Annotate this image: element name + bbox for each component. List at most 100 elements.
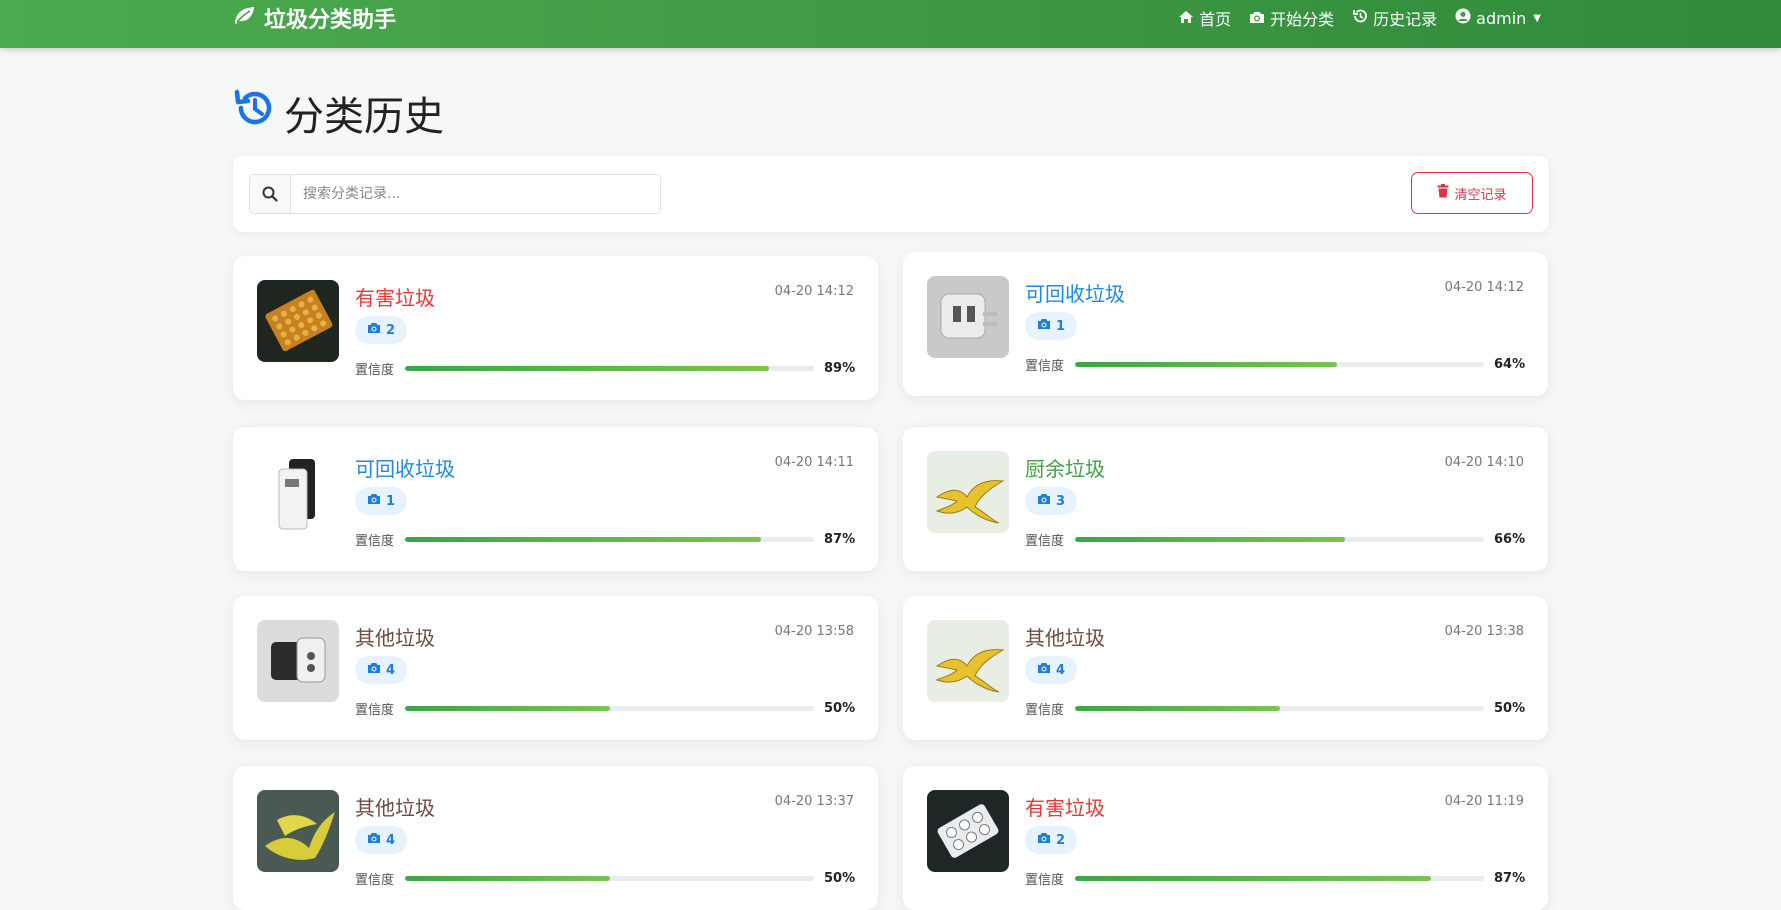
- record-time: 04-20 13:37: [774, 794, 854, 809]
- confidence-label: 置信度: [1025, 872, 1065, 888]
- camera-icon: [367, 322, 381, 338]
- confidence-row: 置信度 87%: [1025, 870, 1526, 888]
- confidence-value: 50%: [1494, 700, 1526, 716]
- record-time: 04-20 11:19: [1444, 794, 1524, 809]
- confidence-label: 置信度: [355, 872, 395, 888]
- search-icon: [250, 175, 291, 213]
- record-thumbnail[interactable]: [927, 790, 1009, 872]
- camera-icon: [1037, 493, 1051, 509]
- photo-count-badge: 1: [1025, 312, 1078, 340]
- photo-count: 4: [1056, 662, 1066, 678]
- confidence-value: 66%: [1494, 531, 1526, 547]
- nav-history[interactable]: 历史记录: [1352, 6, 1437, 30]
- chevron-down-icon: ▼: [1533, 12, 1541, 24]
- photo-count-badge: 4: [1025, 656, 1078, 684]
- confidence-track: [405, 536, 814, 542]
- record-thumbnail[interactable]: [257, 790, 339, 872]
- confidence-track: [1075, 705, 1484, 711]
- nav-classify[interactable]: 开始分类: [1249, 6, 1334, 30]
- confidence-bar: [405, 365, 769, 371]
- photo-count: 2: [386, 322, 396, 338]
- photo-count: 4: [386, 832, 396, 848]
- record-category: 厨余垃圾: [1025, 457, 1105, 481]
- confidence-row: 置信度 66%: [1025, 531, 1526, 549]
- nav-home-label: 首页: [1199, 10, 1232, 29]
- confidence-value: 87%: [824, 531, 856, 547]
- record-thumbnail[interactable]: [257, 620, 339, 702]
- photo-count: 1: [1056, 318, 1066, 334]
- confidence-label: 置信度: [1025, 358, 1065, 374]
- confidence-label: 置信度: [1025, 533, 1065, 549]
- photo-count-badge: 1: [355, 487, 408, 515]
- confidence-bar: [1075, 705, 1280, 711]
- record-thumbnail[interactable]: [927, 620, 1009, 702]
- record-category: 其他垃圾: [1025, 626, 1105, 650]
- photo-count-badge: 4: [355, 656, 408, 684]
- record-card[interactable]: 其他垃圾 04-20 13:58 4 置信度 50%: [233, 596, 878, 740]
- record-card[interactable]: 有害垃圾 04-20 14:12 2 置信度 89%: [233, 256, 878, 400]
- clear-records-label: 清空记录: [1454, 187, 1507, 203]
- brand-title: 垃圾分类助手: [264, 8, 397, 33]
- confidence-bar: [405, 705, 610, 711]
- nav-classify-label: 开始分类: [1270, 10, 1335, 29]
- confidence-value: 87%: [1494, 870, 1526, 886]
- camera-icon: [1037, 662, 1051, 678]
- record-category: 可回收垃圾: [1025, 282, 1125, 306]
- brand[interactable]: 垃圾分类助手: [232, 0, 396, 36]
- camera-icon: [367, 493, 381, 509]
- navbar: 垃圾分类助手 首页 开始分类 历史记录 admin ▼: [0, 0, 1781, 48]
- clear-records-button[interactable]: 清空记录: [1411, 172, 1533, 214]
- confidence-row: 置信度 89%: [355, 360, 856, 378]
- record-card[interactable]: 有害垃圾 04-20 11:19 2 置信度 87%: [903, 766, 1548, 910]
- confidence-label: 置信度: [355, 362, 395, 378]
- trash-icon: [1437, 184, 1449, 202]
- record-card[interactable]: 可回收垃圾 04-20 14:12 1 置信度 64%: [903, 252, 1548, 396]
- camera-icon: [1037, 318, 1051, 334]
- record-card[interactable]: 其他垃圾 04-20 13:37 4 置信度 50%: [233, 766, 878, 910]
- photo-count: 2: [1056, 832, 1066, 848]
- record-thumbnail[interactable]: [257, 280, 339, 362]
- record-time: 04-20 13:38: [1444, 624, 1524, 639]
- record-category: 可回收垃圾: [355, 457, 455, 481]
- record-time: 04-20 14:10: [1444, 455, 1524, 470]
- confidence-value: 50%: [824, 870, 856, 886]
- record-category: 其他垃圾: [355, 626, 435, 650]
- record-card[interactable]: 厨余垃圾 04-20 14:10 3 置信度 66%: [903, 427, 1548, 571]
- camera-icon: [1037, 832, 1051, 848]
- photo-count: 1: [386, 493, 396, 509]
- confidence-bar: [1075, 875, 1431, 881]
- record-card[interactable]: 其他垃圾 04-20 13:38 4 置信度 50%: [903, 596, 1548, 740]
- user-name: admin: [1476, 8, 1527, 28]
- record-thumbnail[interactable]: [927, 451, 1009, 533]
- nav-home[interactable]: 首页: [1178, 6, 1231, 30]
- record-thumbnail[interactable]: [257, 451, 339, 533]
- record-category: 有害垃圾: [1025, 796, 1105, 820]
- confidence-label: 置信度: [355, 533, 395, 549]
- photo-count-badge: 2: [1025, 826, 1078, 854]
- history-icon: [232, 86, 276, 140]
- confidence-value: 64%: [1494, 356, 1526, 372]
- record-time: 04-20 14:11: [774, 455, 854, 470]
- record-card[interactable]: 可回收垃圾 04-20 14:11 1 置信度 87%: [233, 427, 878, 571]
- confidence-value: 89%: [824, 360, 856, 376]
- camera-icon: [367, 662, 381, 678]
- confidence-track: [405, 875, 814, 881]
- search-input[interactable]: [291, 175, 660, 213]
- confidence-track: [405, 365, 814, 371]
- user-menu[interactable]: admin ▼: [1455, 8, 1541, 28]
- confidence-track: [1075, 875, 1484, 881]
- confidence-bar: [405, 536, 761, 542]
- confidence-track: [1075, 536, 1484, 542]
- confidence-row: 置信度 50%: [1025, 700, 1526, 718]
- record-time: 04-20 14:12: [774, 284, 854, 299]
- record-time: 04-20 14:12: [1444, 280, 1524, 295]
- confidence-label: 置信度: [355, 702, 395, 718]
- confidence-row: 置信度 64%: [1025, 356, 1526, 374]
- record-thumbnail[interactable]: [927, 276, 1009, 358]
- nav-links: 首页 开始分类 历史记录 admin ▼: [1178, 0, 1541, 36]
- photo-count: 3: [1056, 493, 1066, 509]
- leaf-icon: [232, 5, 256, 31]
- confidence-row: 置信度 87%: [355, 531, 856, 549]
- photo-count-badge: 2: [355, 316, 408, 344]
- confidence-value: 50%: [824, 700, 856, 716]
